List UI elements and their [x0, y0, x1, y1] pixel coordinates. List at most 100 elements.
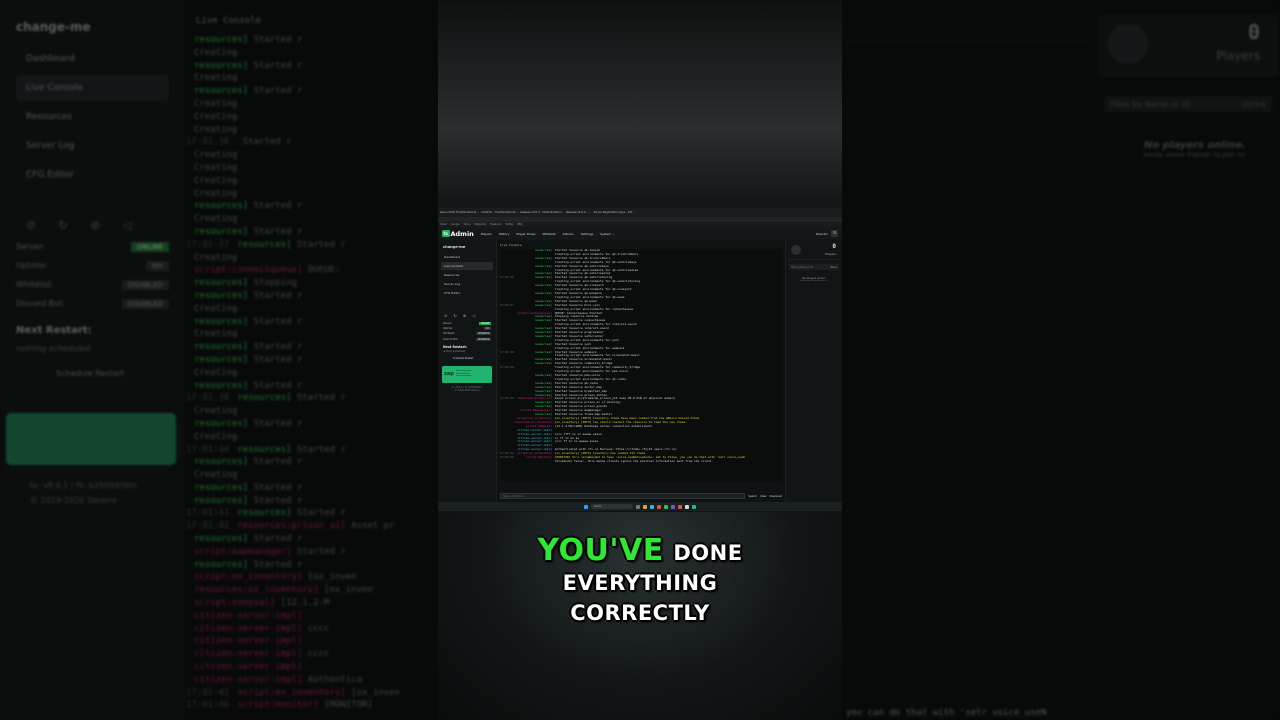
line-time: 17:01:40: [186, 444, 230, 455]
line-message: ativeAudio false', this means clients ig…: [554, 458, 714, 463]
menu-player-drops[interactable]: Player Drops: [516, 232, 535, 236]
server-controls: ⊘ ↻ ⊗ ◁: [444, 313, 490, 318]
line-message: Creating: [194, 470, 238, 481]
status-badge: DISABLED: [476, 332, 491, 336]
bookmark[interactable]: Twitter: [505, 223, 513, 226]
menu-settings[interactable]: Settings: [581, 232, 593, 236]
bg-zap-ad: [6, 413, 176, 465]
sidebar-item-dashboard[interactable]: Dashboard: [441, 253, 493, 261]
menu-admins[interactable]: Admins: [563, 232, 574, 236]
clear-button[interactable]: Clear: [760, 495, 767, 498]
browser-tabs: Issue CSGO TheOnlineSocia... txAdmin - T…: [438, 208, 842, 217]
browser-tab[interactable]: txAdmin - TheOnlineSocia...: [482, 211, 518, 214]
zap-ad-banner[interactable]: zap Recommended official FiveM server pr…: [442, 365, 492, 383]
menu-history[interactable]: History: [499, 232, 510, 236]
announce-icon: ◁: [122, 218, 132, 232]
search-button[interactable]: Search: [748, 495, 757, 498]
bg-players-label: Players: [1216, 49, 1260, 63]
line-source: resources]: [237, 393, 292, 404]
user-name[interactable]: Director: [816, 232, 828, 236]
console-line: Creating: [186, 303, 438, 316]
console-line: Creating: [186, 124, 438, 137]
status-whitelist: Whitelist: DISABLED: [443, 332, 491, 336]
browser-tab[interactable]: Server Registration Keys - Cfx...: [593, 211, 634, 214]
line-source: resources]: [194, 60, 249, 71]
browser-tab[interactable]: Issue CSGO TheOnlineSocia...: [440, 211, 479, 214]
players-icon: [791, 245, 801, 255]
sidebar-item-cfg-editor[interactable]: CFG Editor: [441, 289, 493, 297]
line-message: Started r: [253, 482, 303, 493]
line-message: [ox_inven: [307, 572, 357, 583]
restart-icon: ↻: [58, 218, 69, 232]
console-line: Creating: [186, 47, 438, 60]
bg-sidebar: change-me Dashboard Live Console Resourc…: [0, 0, 185, 720]
line-message: cccc: [307, 623, 330, 634]
console-line: citizen-server-impl]: [186, 661, 438, 674]
app-icon[interactable]: [685, 504, 689, 509]
announce-icon[interactable]: ◁: [472, 313, 475, 318]
console-line: resources] Started r: [186, 226, 438, 239]
console-line: resources] Started r: [186, 290, 438, 303]
restart-icon[interactable]: ↻: [453, 313, 456, 318]
bg-version: tx: v8.0.1 | fx: b25099/Win © 2019-2026 …: [30, 481, 138, 505]
file-explorer-icon[interactable]: [643, 504, 647, 509]
line-source: resources]: [237, 508, 292, 519]
app-icon[interactable]: [678, 504, 682, 509]
sidebar-item-server-log[interactable]: Server Log: [441, 280, 493, 288]
line-source: resources]: [194, 354, 249, 365]
line-message: Started r: [296, 508, 346, 519]
console-title: Live Console: [500, 243, 522, 247]
console-line: ativeAudio false', this means clients ig…: [500, 458, 782, 464]
kick-all-icon[interactable]: ⊗: [463, 313, 466, 318]
app-icon[interactable]: [692, 504, 696, 509]
caption-highlight: YOU'VE: [537, 533, 664, 568]
bookmark[interactable]: BBC: [517, 223, 522, 226]
schedule-restart-button[interactable]: Schedule Restart: [453, 357, 493, 360]
sidebar-item-live-console[interactable]: Live Console: [441, 262, 493, 270]
status-badge: 0m: [484, 327, 491, 331]
taskbar-search[interactable]: Search: [591, 504, 633, 509]
caption-word: DONE: [673, 541, 743, 565]
bookmark[interactable]: Gmail: [440, 223, 447, 226]
app-icon[interactable]: [664, 504, 668, 509]
windows-start-icon[interactable]: [584, 504, 588, 509]
line-time: 17:01:41: [186, 508, 230, 519]
line-message: Authentica: [307, 674, 362, 685]
bookmark[interactable]: Facebook: [490, 223, 501, 226]
command-input[interactable]: Type a command...: [500, 493, 746, 499]
menu-players[interactable]: Players: [481, 232, 492, 236]
user-menu-icon[interactable]: ☰: [831, 230, 838, 237]
menu-whitelist[interactable]: Whitelist: [542, 232, 555, 236]
line-message: Started r: [253, 559, 303, 570]
edge-icon[interactable]: [650, 504, 654, 509]
bg-control-icons: ⊘ ↻ ⊗ ◁: [26, 218, 159, 232]
line-message: Started r: [253, 354, 303, 365]
line-time: 17:01:37: [186, 239, 230, 250]
line-message: Started r: [296, 239, 346, 250]
download-button[interactable]: Download: [770, 495, 782, 498]
bg-players-panel: 0 Players Filter by Name or ID ctrl+k No…: [842, 0, 1280, 720]
sidebar-item-resources[interactable]: Resources: [441, 271, 493, 279]
browser-tab[interactable]: Release v0.0.3 - TheOnlineSoci...: [521, 211, 564, 214]
txadmin-logo[interactable]: tx Admin: [442, 230, 474, 238]
chrome-icon[interactable]: [657, 504, 661, 509]
menu-system[interactable]: System ⌄: [600, 232, 615, 236]
line-message: Creating: [194, 98, 238, 109]
bg-bottom-snippet: you can do that with 'setr voice_useN: [846, 708, 1047, 718]
bookmark[interactable]: Yahoo: [463, 223, 470, 226]
task-view-icon[interactable]: [636, 504, 640, 509]
app-icon[interactable]: [671, 504, 675, 509]
txadmin-header: tx Admin Players History Player Drops Wh…: [438, 227, 842, 240]
browser-tab[interactable]: Release v2.0.0 - ...: [566, 211, 590, 214]
bg-nav-live-console: Live Console: [16, 75, 169, 101]
bookmark[interactable]: Wikipedia: [474, 223, 486, 226]
caption-line-3: CORRECTLY: [570, 601, 710, 625]
line-message: [ox_inven: [324, 585, 373, 596]
bg-no-players: No players online. Invite some friends to…: [1143, 140, 1247, 159]
bookmark[interactable]: Google: [451, 223, 459, 226]
stop-icon[interactable]: ⊘: [444, 313, 447, 318]
console-line: citizen-server-impl]: [186, 610, 438, 623]
line-source: resources]: [194, 457, 249, 468]
players-filter-input[interactable]: Filter by Name or ID ctrl+k: [789, 264, 839, 270]
console-log[interactable]: resources] Started resource qb-towjob Cr…: [500, 249, 782, 481]
